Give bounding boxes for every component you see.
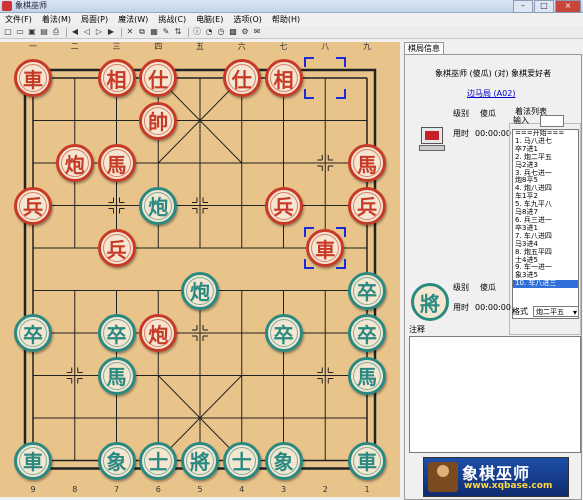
move-highlight — [304, 57, 347, 99]
black-piece[interactable]: 馬 — [97, 356, 136, 395]
menu-item-3[interactable]: 魔法(W) — [113, 13, 153, 26]
red-piece[interactable]: 炮 — [139, 314, 178, 352]
black-time-label: 用时 — [453, 303, 469, 312]
game-info-body: 象棋巫师 (傻瓜) (对) 象棋爱好者 边马局 (A02) 级别 傻瓜 用时 0… — [404, 54, 582, 500]
menu-item-1[interactable]: 着法(M) — [37, 13, 76, 26]
black-piece[interactable]: 卒 — [14, 314, 52, 352]
black-piece[interactable]: 炮 — [181, 271, 219, 310]
open-icon[interactable]: ▭ — [15, 27, 25, 37]
red-piece[interactable]: 兵 — [14, 186, 52, 225]
delete-icon[interactable]: ✕ — [125, 27, 135, 37]
toolbar-separator — [188, 27, 189, 37]
notes-label: 注释 — [409, 325, 425, 334]
red-piece[interactable]: 兵 — [264, 186, 303, 225]
black-level-value: 傻瓜 — [480, 283, 496, 292]
menu-item-7[interactable]: 帮助(H) — [267, 13, 305, 26]
menu-item-4[interactable]: 挑战(C) — [153, 13, 191, 26]
black-piece[interactable]: 象 — [264, 441, 303, 480]
black-piece[interactable]: 卒 — [348, 271, 386, 310]
black-piece[interactable]: 士 — [222, 441, 261, 480]
black-piece[interactable]: 馬 — [348, 356, 386, 395]
clock-icon[interactable]: ◷ — [216, 27, 226, 37]
think-icon[interactable]: ◔ — [204, 27, 214, 37]
save-icon[interactable]: ▣ — [27, 27, 37, 37]
banner-logo-icon — [428, 462, 458, 492]
minimize-button[interactable]: – — [513, 0, 533, 13]
red-piece[interactable]: 仕 — [222, 59, 261, 97]
engine-icon[interactable]: ▩ — [228, 27, 238, 37]
toolbar-separator — [121, 27, 122, 37]
next-move-icon[interactable]: ▷ — [94, 27, 104, 37]
move-list[interactable]: ===开始=== 1. 马八进七 卒7进1 2. 炮二平五 马2进3 3. 兵七进一 … — [512, 129, 579, 319]
paste-icon[interactable]: ▦ — [149, 27, 159, 37]
last-move-icon[interactable]: ▶ — [106, 27, 116, 37]
red-level-value: 傻瓜 — [480, 109, 496, 118]
menu-bar: 文件(F) 着法(M) 局面(P) 魔法(W) 挑战(C) 电脑(E) 选项(O) 帮助(H) — [0, 13, 583, 26]
opening-link[interactable]: 边马局 (A02) — [467, 89, 515, 99]
red-piece[interactable]: 相 — [264, 59, 303, 97]
toolbar-separator — [66, 27, 67, 37]
window-title: 象棋巫师 — [15, 1, 47, 10]
toolbar: □ ▭ ▣ ▤ ⎙ ◀ ◁ ▷ ▶ ✕ ⧉ ▦ ✎ ⇅ ⓘ ◔ ◷ ▩ ⚙ ✉ — [0, 26, 583, 39]
title-bar: 象棋巫师 – □ × — [0, 0, 583, 13]
match-title: 象棋巫师 (傻瓜) (对) 象棋爱好者 — [435, 69, 552, 78]
info-icon[interactable]: ⓘ — [192, 27, 202, 37]
red-piece[interactable]: 炮 — [55, 144, 94, 182]
black-time-value: 00:00:00 — [475, 303, 511, 312]
chat-icon[interactable]: ✉ — [252, 27, 262, 37]
red-piece[interactable]: 相 — [97, 59, 136, 97]
format-select[interactable]: 炮二平五 — [533, 306, 579, 318]
red-piece[interactable]: 帥 — [139, 101, 178, 140]
format-label: 格式 — [512, 307, 528, 316]
board-grid — [23, 68, 377, 470]
menu-item-2[interactable]: 局面(P) — [76, 13, 113, 26]
close-button[interactable]: × — [555, 0, 581, 13]
xqbase-banner[interactable]: 象棋巫师 www.xqbase.com — [423, 457, 569, 497]
copy-icon[interactable]: ⧉ — [137, 27, 147, 37]
red-piece[interactable]: 兵 — [348, 186, 386, 225]
first-move-icon[interactable]: ◀ — [70, 27, 80, 37]
saveas-icon[interactable]: ▤ — [39, 27, 49, 37]
menu-item-6[interactable]: 选项(O) — [228, 13, 267, 26]
black-piece[interactable]: 卒 — [97, 314, 136, 352]
edit-icon[interactable]: ✎ — [161, 27, 171, 37]
black-piece[interactable]: 車 — [348, 441, 386, 480]
red-piece[interactable]: 兵 — [97, 229, 136, 267]
print-icon[interactable]: ⎙ — [51, 27, 61, 37]
red-time-label: 用时 — [453, 129, 469, 138]
move-input[interactable] — [540, 115, 564, 127]
move-list-item[interactable]: 10. 车八进三 — [513, 279, 578, 289]
move-highlight — [304, 227, 347, 269]
chess-board[interactable]: 一二三四五六七八九 987654321 車相仕仕相帥炮馬馬兵炮兵兵兵車炮卒卒卒炮… — [0, 42, 400, 497]
prev-move-icon[interactable]: ◁ — [82, 27, 92, 37]
side-panel: 棋局信息 象棋巫师 (傻瓜) (对) 象棋爱好者 边马局 (A02) 级别 傻瓜… — [402, 42, 583, 500]
red-piece[interactable]: 馬 — [97, 144, 136, 182]
red-level-label: 级别 — [453, 109, 469, 118]
black-piece[interactable]: 炮 — [139, 186, 178, 225]
black-piece[interactable]: 象 — [97, 441, 136, 480]
menu-item-0[interactable]: 文件(F) — [0, 13, 37, 26]
window-controls: – □ × — [513, 0, 581, 13]
red-piece[interactable]: 車 — [14, 59, 52, 97]
settings-icon[interactable]: ⚙ — [240, 27, 250, 37]
banner-url: www.xqbase.com — [464, 481, 553, 491]
red-piece[interactable]: 仕 — [139, 59, 178, 97]
menu-item-5[interactable]: 电脑(E) — [191, 13, 228, 26]
black-player-piece-icon: 將 — [411, 283, 449, 321]
black-level-label: 级别 — [453, 283, 469, 292]
computer-player-icon — [419, 127, 445, 153]
new-icon[interactable]: □ — [3, 27, 13, 37]
black-piece[interactable]: 士 — [139, 441, 178, 480]
black-piece[interactable]: 卒 — [348, 314, 386, 352]
input-label: 输入 — [513, 116, 529, 125]
maximize-button[interactable]: □ — [534, 0, 554, 13]
black-piece[interactable]: 卒 — [264, 314, 303, 352]
flip-icon[interactable]: ⇅ — [173, 27, 183, 37]
app-icon — [2, 1, 12, 11]
black-piece[interactable]: 車 — [14, 441, 52, 480]
black-piece[interactable]: 將 — [181, 441, 219, 480]
red-piece[interactable]: 馬 — [348, 144, 386, 182]
notes-textarea[interactable] — [409, 336, 581, 453]
red-time-value: 00:00:00 — [475, 129, 511, 138]
